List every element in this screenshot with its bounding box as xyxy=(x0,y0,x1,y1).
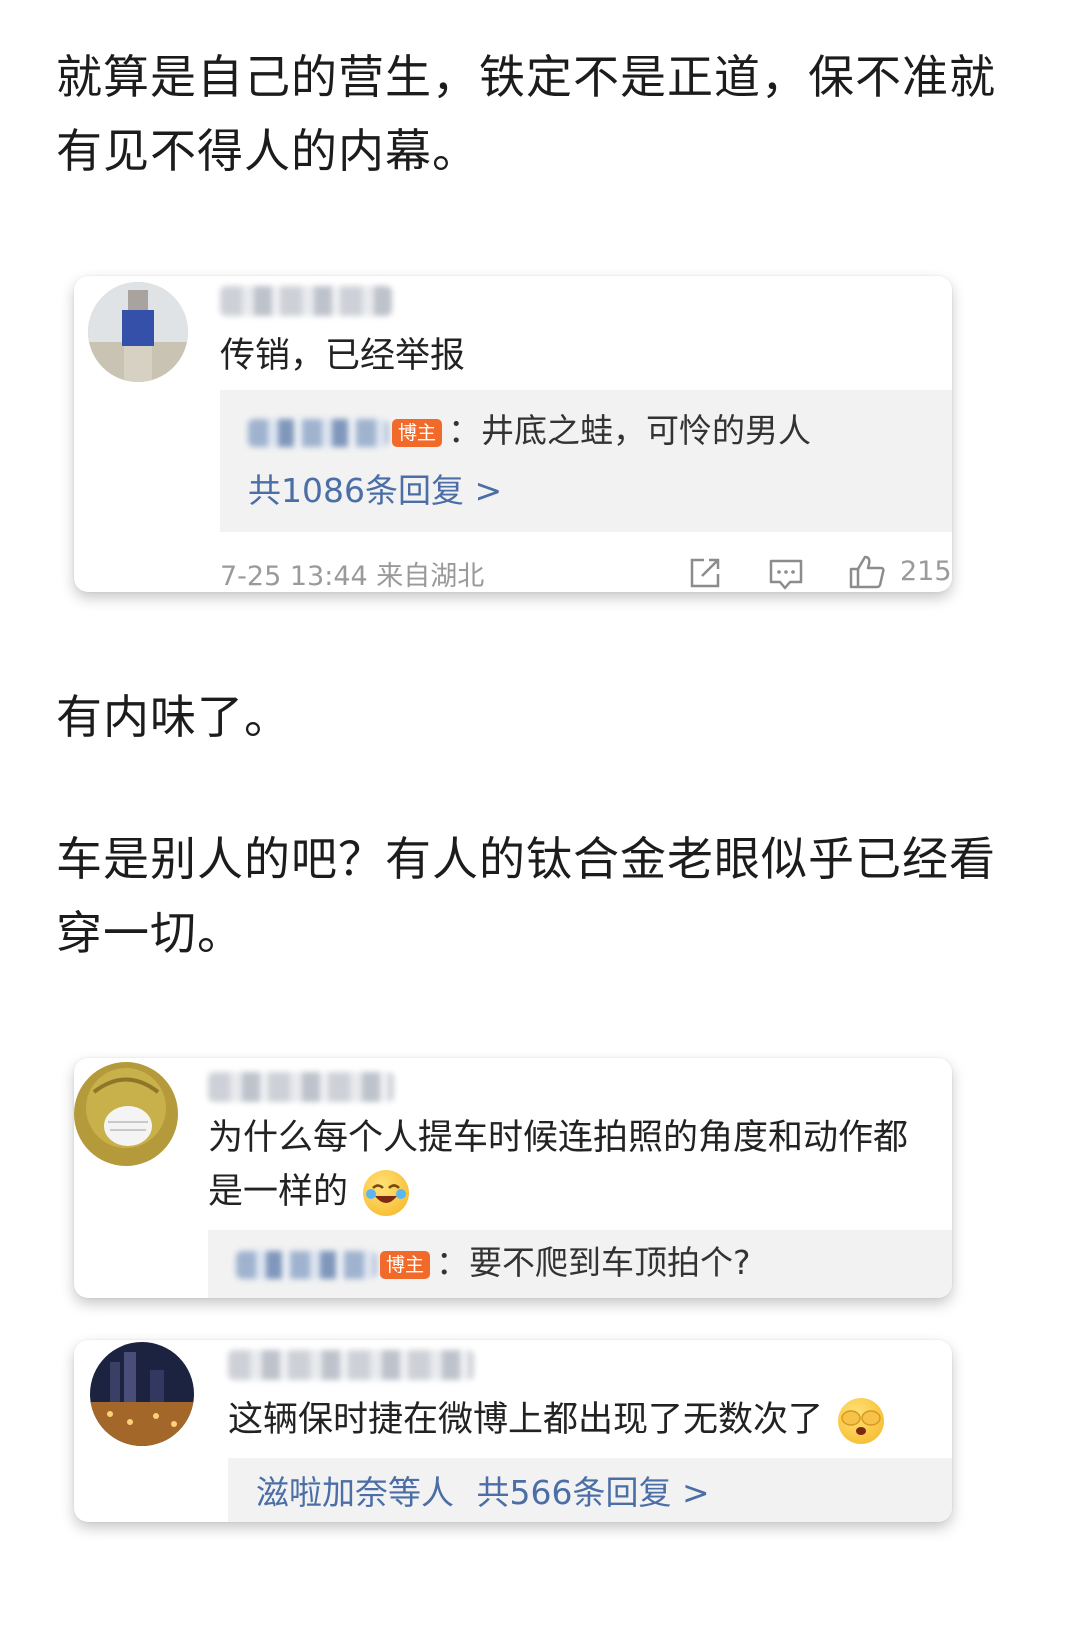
like-count: 215 xyxy=(900,556,952,587)
username-blurred[interactable] xyxy=(220,286,392,316)
comment-card-1: 传销，已经举报 博主 ：井底之蛙，可怜的男人 共1086条回复 > 7-25 13… xyxy=(74,276,952,592)
avatar[interactable] xyxy=(74,1062,178,1166)
comment-text-row: 这辆保时捷在微博上都出现了无数次了 xyxy=(228,1392,885,1448)
avatar[interactable] xyxy=(90,1342,194,1446)
reply-preview[interactable]: 滋啦加奈等人 共566条回复 > xyxy=(228,1458,952,1522)
reply-username-blurred[interactable] xyxy=(248,418,388,447)
location: 来自湖北 xyxy=(376,561,485,592)
article-paragraph-1: 就算是自己的营生，铁定不是正道，保不准就有见不得人的内幕。 xyxy=(56,50,996,178)
reply-count-link[interactable]: 共566条回复 > xyxy=(477,1473,710,1512)
comment-text: 是一样的 xyxy=(208,1172,349,1212)
comment-text-line-2: 是一样的 xyxy=(208,1164,410,1220)
article-paragraph-3: 车是别人的吧？有人的钛合金老眼似乎已经看穿一切。 xyxy=(56,832,996,960)
reply-username-blurred[interactable] xyxy=(236,1250,376,1279)
username-blurred[interactable] xyxy=(228,1350,474,1380)
laugh-cry-emoji xyxy=(363,1170,410,1216)
username-blurred[interactable] xyxy=(208,1072,394,1102)
avatar[interactable] xyxy=(88,282,188,382)
blogger-badge: 博主 xyxy=(380,1250,431,1279)
comment-card-2: 为什么每个人提车时候连拍照的角度和动作都 是一样的 博主 ：要不爬到车顶拍个? xyxy=(74,1058,952,1298)
comment-meta: 7-25 13:44 来自湖北 xyxy=(220,554,484,592)
article-paragraph-2: 有内味了。 xyxy=(56,690,291,744)
reply-summary[interactable]: 滋啦加奈等人 共566条回复 > xyxy=(256,1470,710,1516)
reply-names: 滋啦加奈等人 xyxy=(256,1473,454,1512)
comment-icon[interactable] xyxy=(768,558,804,592)
reply-text: ：井底之蛙，可怜的男人 xyxy=(448,411,812,450)
comment-text: 传销，已经举报 xyxy=(220,336,466,376)
timestamp: 7-25 13:44 xyxy=(220,561,368,592)
reply-text: ：要不爬到车顶拍个? xyxy=(436,1243,751,1282)
like-icon[interactable] xyxy=(848,554,886,590)
reply-row: 博主 ：井底之蛙，可怜的男人 xyxy=(248,408,811,454)
reply-count-link[interactable]: 共1086条回复 > xyxy=(248,468,502,514)
share-icon[interactable] xyxy=(688,556,722,590)
comment-text-line-1: 为什么每个人提车时候连拍照的角度和动作都 xyxy=(208,1118,909,1158)
cover-eyes-emoji xyxy=(838,1398,885,1444)
reply-row: 博主 ：要不爬到车顶拍个? xyxy=(236,1240,751,1286)
reply-preview[interactable]: 博主 ：要不爬到车顶拍个? xyxy=(208,1230,952,1298)
comment-card-3: 这辆保时捷在微博上都出现了无数次了 滋啦加奈等人 共566条回复 > xyxy=(74,1340,952,1522)
reply-preview[interactable]: 博主 ：井底之蛙，可怜的男人 共1086条回复 > xyxy=(220,390,952,532)
comment-text: 这辆保时捷在微博上都出现了无数次了 xyxy=(228,1400,824,1440)
blogger-badge: 博主 xyxy=(392,418,443,447)
